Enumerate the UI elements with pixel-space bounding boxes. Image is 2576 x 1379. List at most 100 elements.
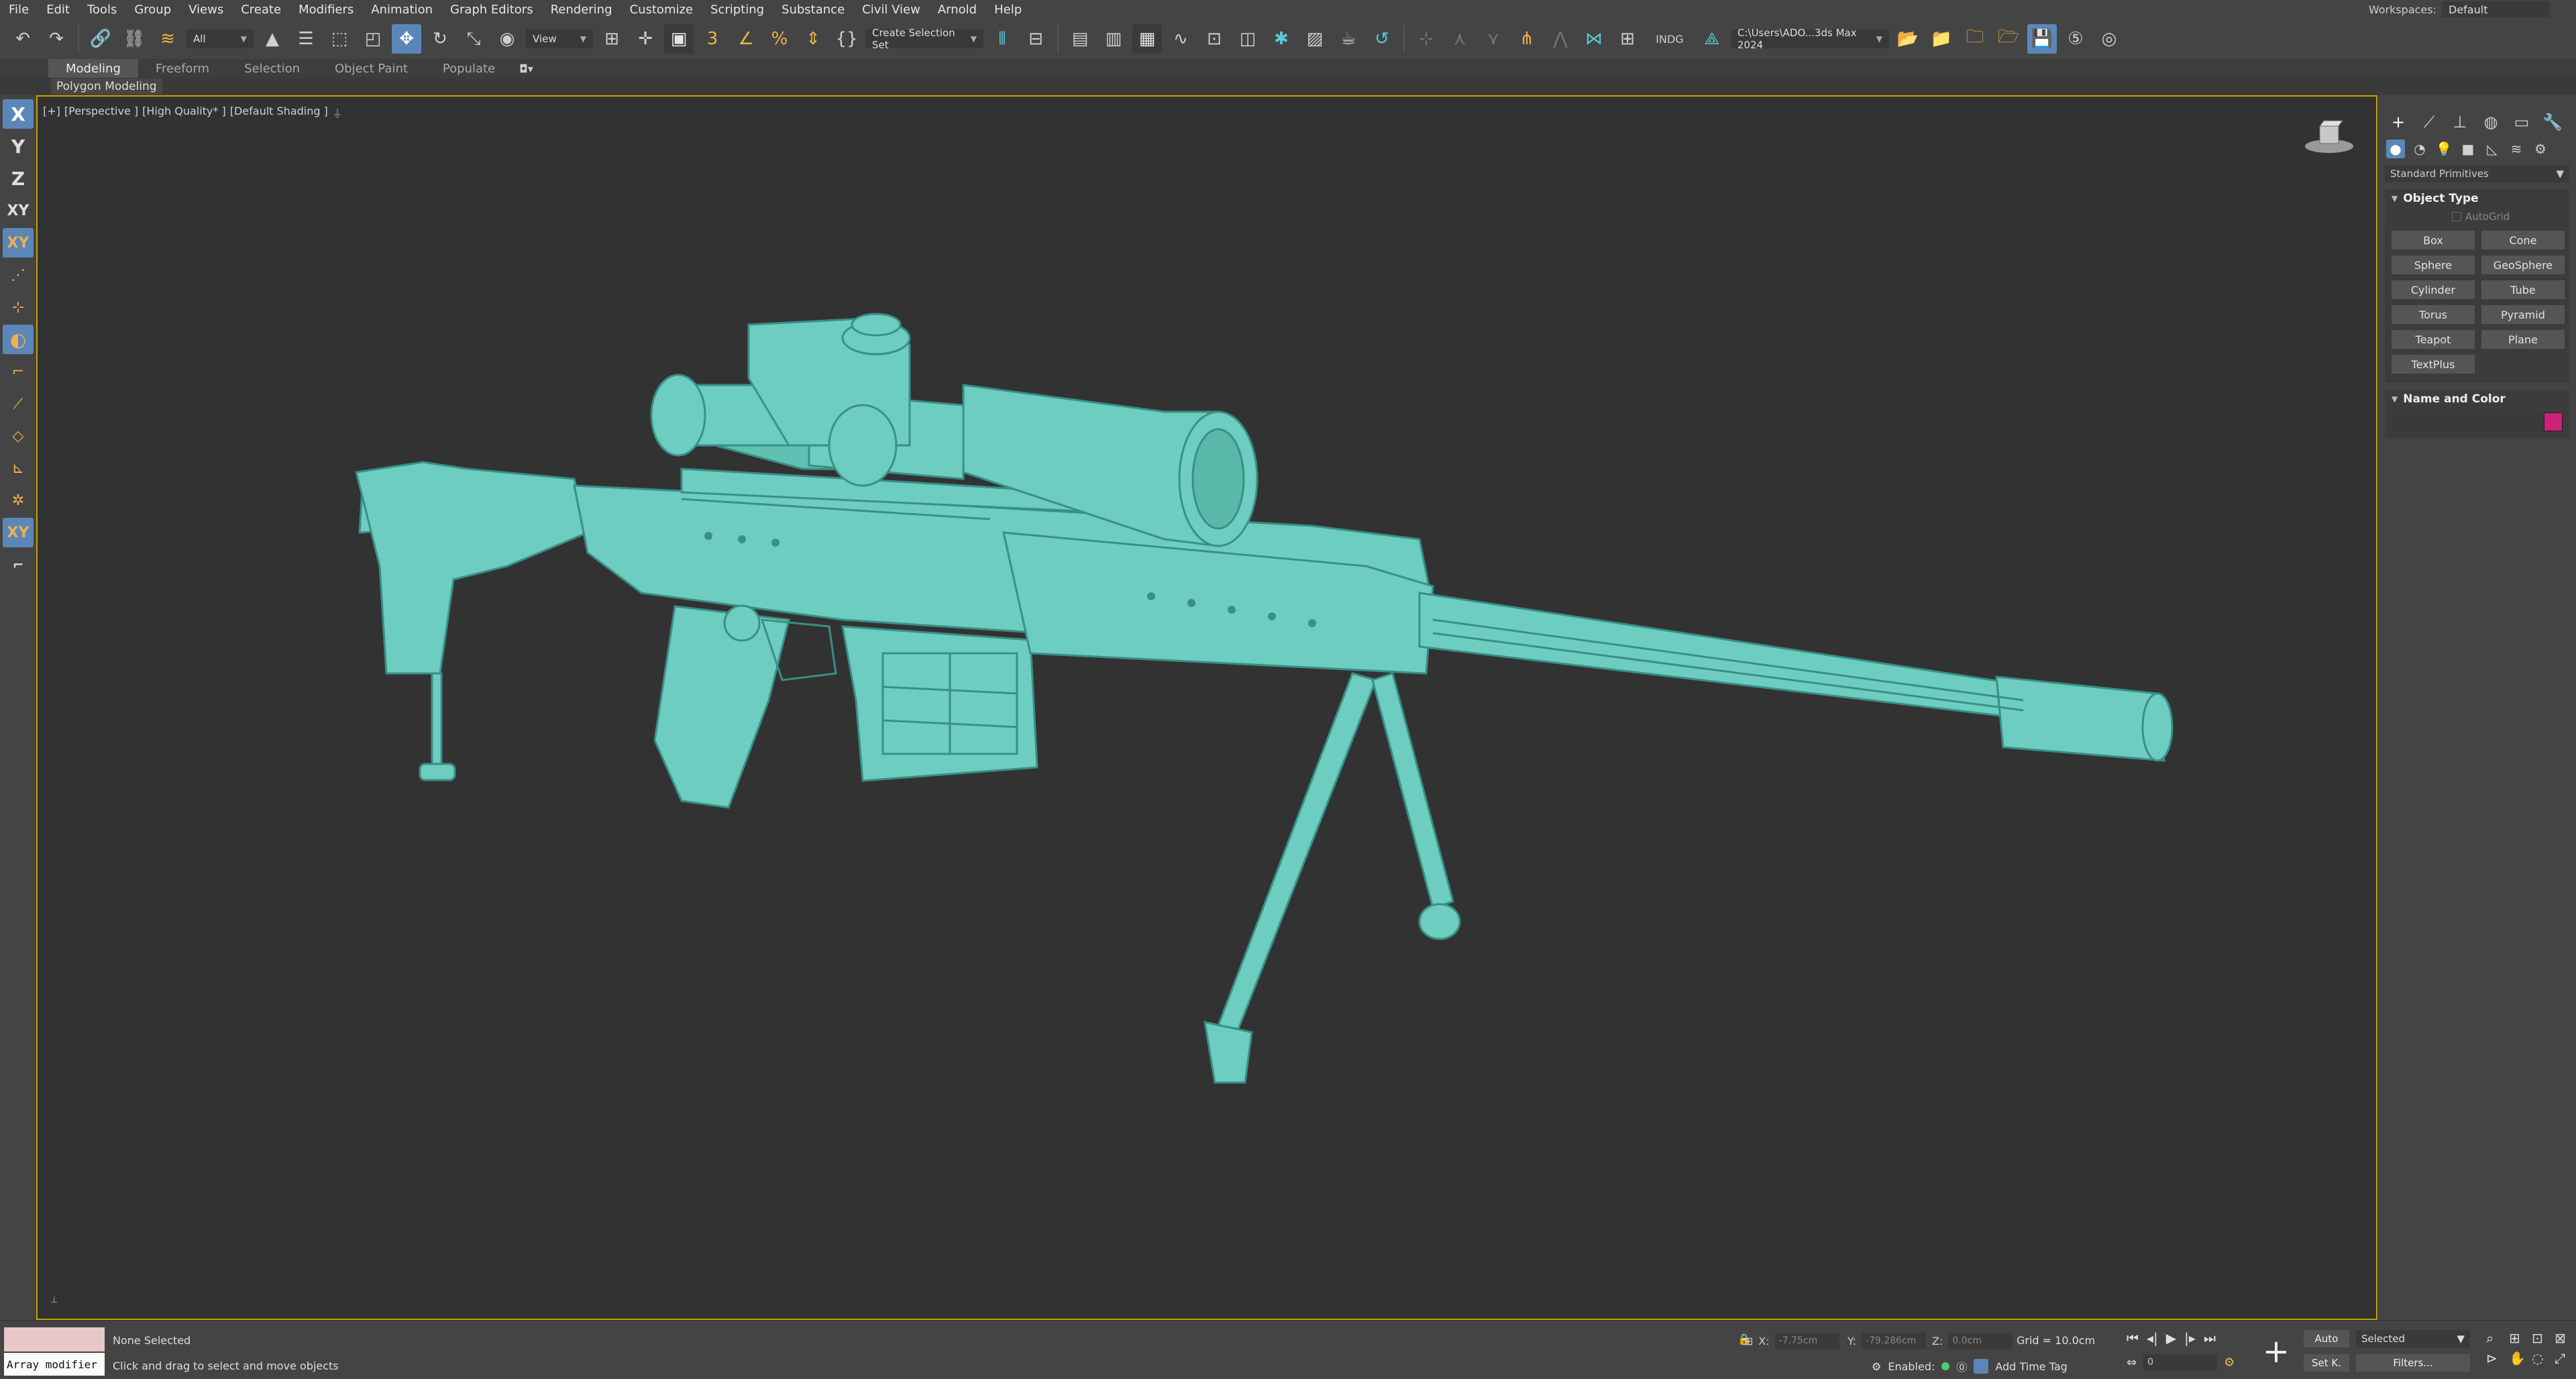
name-and-color-header[interactable]: ▼ Name and Color [2385,390,2569,408]
arnold-tool-3-icon[interactable]: ⋎ [1479,24,1508,54]
menu-scripting[interactable]: Scripting [702,3,773,17]
systems-icon[interactable]: ⚙ [2531,140,2550,158]
arnold-tool-2-icon[interactable]: ⋏ [1445,24,1474,54]
torus-button[interactable]: Torus [2392,305,2475,324]
menu-arnold[interactable]: Arnold [929,3,985,17]
unlink-icon[interactable]: ⛓ [119,24,149,54]
menu-modifiers[interactable]: Modifiers [290,3,362,17]
motion-tab-icon[interactable]: ◍ [2480,111,2502,133]
grid-tool-icon[interactable]: ⊞ [1613,24,1642,54]
indg-label[interactable]: INDG [1646,33,1693,46]
hierarchy-tab-icon[interactable]: ⊥ [2449,111,2471,133]
cone-button[interactable]: Cone [2481,231,2565,250]
snap-vertex-icon[interactable]: ◐ [3,325,34,354]
snap-options-icon[interactable]: ✲ [3,486,34,515]
selection-filter-dropdown[interactable]: All ▼ [186,30,254,48]
zoom-icon[interactable]: ⌕ [2486,1330,2508,1346]
menu-substance[interactable]: Substance [773,3,853,17]
placement-icon[interactable]: ◉ [492,24,522,54]
mirror-icon[interactable]: ⫴ [987,24,1017,54]
menu-graph-editors[interactable]: Graph Editors [441,3,542,17]
menu-file[interactable]: File [0,3,38,17]
object-color-swatch[interactable] [2544,412,2563,431]
menu-civil-view[interactable]: Civil View [853,3,929,17]
add-time-tag-link[interactable]: Add Time Tag [1995,1360,2067,1373]
zoom-all-icon[interactable]: ⊞ [2509,1330,2530,1346]
enabled-indicator[interactable] [1941,1362,1950,1370]
menu-customize[interactable]: Customize [621,3,702,17]
snaps-toggle-icon[interactable]: 3 [698,24,727,54]
object-name-input[interactable] [2392,412,2544,431]
compass-icon[interactable]: ⟁ [1697,24,1727,54]
key-filters-button[interactable]: Filters... [2356,1354,2470,1372]
go-to-end-icon[interactable]: ⏭ [2204,1330,2216,1346]
select-scale-icon[interactable]: ⤡ [459,24,488,54]
space-warps-icon[interactable]: ≋ [2507,140,2526,158]
menu-views[interactable]: Views [180,3,232,17]
arnold-tool-4-icon[interactable]: ⋔ [1512,24,1542,54]
render-in-cloud-icon[interactable]: ↺ [1367,24,1397,54]
polygon-modeling-panel[interactable]: Polygon Modeling [51,78,162,95]
curve-editor-icon[interactable]: ∿ [1166,24,1195,54]
previous-frame-icon[interactable]: ◂| [2147,1330,2158,1346]
menu-tools[interactable]: Tools [78,3,125,17]
keyboard-shortcut-override-icon[interactable]: ▣ [664,24,694,54]
project-folder-dropdown[interactable]: C:\Users\ADO...3ds Max 2024 ▼ [1731,27,1889,51]
rifle-model[interactable] [38,97,2377,1320]
geometry-icon[interactable]: ● [2386,140,2405,158]
box-button[interactable]: Box [2392,231,2475,250]
helpers-icon[interactable]: ◺ [2483,140,2502,158]
rendered-frame-window-icon[interactable]: ▨ [1300,24,1330,54]
plane-button[interactable]: Plane [2481,330,2565,349]
redo-icon[interactable]: ↷ [42,24,71,54]
snap-edge-icon[interactable]: ⟋ [3,389,34,419]
object-type-header[interactable]: ▼ Object Type [2385,189,2569,208]
select-move-icon[interactable]: ✥ [392,24,421,54]
layer-explorer-icon[interactable]: ▥ [1099,24,1128,54]
field-of-view-icon[interactable]: ⊳ [2486,1350,2508,1366]
menu-rendering[interactable]: Rendering [542,3,621,17]
shapes-icon[interactable]: ◔ [2410,140,2429,158]
zoom-extents-all-icon[interactable]: ⊠ [2555,1330,2576,1346]
toggle-ribbon-icon[interactable]: ▦ [1132,24,1162,54]
menu-create[interactable]: Create [232,3,290,17]
render-setup-icon[interactable]: ✱ [1267,24,1296,54]
next-frame-icon[interactable]: |▸ [2184,1330,2196,1346]
tab-modeling[interactable]: Modeling [48,59,138,78]
lights-icon[interactable]: 💡 [2434,140,2453,158]
x-coordinate-input[interactable]: -7.75cm [1774,1333,1839,1349]
time-tag-icon[interactable] [1974,1359,1989,1374]
schematic-view-icon[interactable]: ⊡ [1199,24,1229,54]
play-icon[interactable]: ▶ [2166,1330,2176,1346]
constrain-xy-button[interactable]: XY [3,196,34,225]
save-folder-icon[interactable]: 📁 [1927,24,1956,54]
open-folder-icon[interactable]: 📂 [1893,24,1923,54]
orbit-icon[interactable]: ◌ [2532,1350,2553,1366]
adaptive-degradation-icon[interactable]: ⚙ [1872,1360,1881,1373]
snap-pivot-icon[interactable]: ⊹ [3,292,34,322]
pivot-center-icon[interactable]: ⊞ [597,24,627,54]
key-mode-icon[interactable]: ⇔ [2127,1356,2137,1370]
viewcube-icon[interactable] [2302,117,2356,157]
menu-edit[interactable]: Edit [38,3,78,17]
undo-icon[interactable]: ↶ [8,24,38,54]
scene-explorer-icon[interactable]: ▤ [1065,24,1095,54]
record-icon[interactable]: ⓪ [1956,1358,1967,1374]
utilities-tab-icon[interactable]: 🔧 [2542,111,2563,133]
ribbon-options-icon[interactable]: ◘▾ [519,62,533,75]
tab-selection[interactable]: Selection [227,59,317,78]
current-frame-input[interactable]: 0 [2143,1354,2218,1370]
spinner-snap-icon[interactable]: ⇕ [798,24,828,54]
pan-icon[interactable]: ✋ [2509,1350,2530,1366]
z-coordinate-input[interactable]: 0.0cm [1948,1333,2013,1349]
textplus-button[interactable]: TextPlus [2392,355,2475,374]
cameras-icon[interactable]: ■ [2459,140,2477,158]
tab-object-paint[interactable]: Object Paint [317,59,425,78]
link-icon[interactable]: 🔗 [86,24,115,54]
transform-mode-icon[interactable]: ⊞ [1744,1335,1753,1347]
material-editor-icon[interactable]: ◫ [1233,24,1263,54]
primitive-category-dropdown[interactable]: Standard Primitives ▼ [2385,165,2569,182]
select-object-icon[interactable]: ▲ [258,24,287,54]
snap-perpendicular-icon[interactable]: ⊾ [3,453,34,483]
arnold-tool-6-icon[interactable]: ⋈ [1579,24,1609,54]
